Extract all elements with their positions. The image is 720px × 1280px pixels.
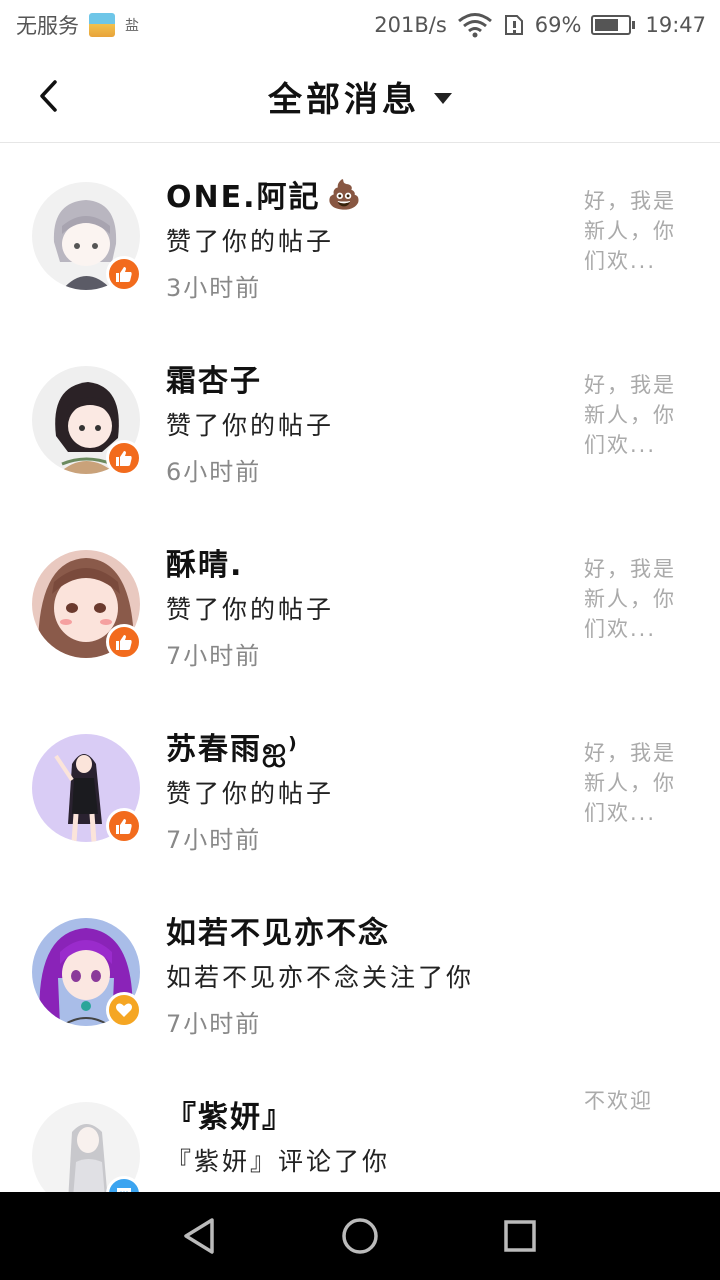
thumbs-up-icon <box>116 267 132 282</box>
comment-icon <box>117 1188 131 1192</box>
status-right: 201B/s 69% 19:47 <box>374 12 706 38</box>
sender-name[interactable]: 苏春雨ஐ⁾ <box>166 724 299 771</box>
battery-percent: 69% <box>534 13 582 37</box>
post-preview[interactable]: 好，我是新人，你们欢... <box>584 554 688 644</box>
message-action: 赞了你的帖子 <box>166 227 335 256</box>
message-action: 赞了你的帖子 <box>166 779 335 808</box>
message-time: 7小时前 <box>166 642 262 670</box>
sender-name-text: ONE.阿記 <box>166 180 321 215</box>
sender-name-text: 『紫妍』 <box>166 1100 294 1135</box>
like-badge <box>106 624 142 660</box>
like-badge <box>106 440 142 476</box>
nav-home-button[interactable] <box>330 1206 390 1266</box>
circle-home-icon <box>342 1218 378 1254</box>
message-item[interactable]: 霜杏子 赞了你的帖子 6小时前 好，我是新人，你们欢... <box>0 328 720 512</box>
sender-name[interactable]: 如若不见亦不念 <box>166 908 390 952</box>
like-badge <box>106 256 142 292</box>
message-action: 如若不见亦不念关注了你 <box>166 963 475 992</box>
carrier-label: 无服务 <box>16 14 79 38</box>
message-list[interactable]: ONE.阿記 💩 赞了你的帖子 3小时前 好，我是新人，你们欢... 霜杏子 赞… <box>0 144 720 1192</box>
message-action: 赞了你的帖子 <box>166 411 335 440</box>
wifi-icon <box>457 13 492 38</box>
page-title: 全部消息 <box>268 80 420 120</box>
message-time: 6小时前 <box>166 458 262 486</box>
message-item[interactable]: ONE.阿記 💩 赞了你的帖子 3小时前 好，我是新人，你们欢... <box>0 144 720 328</box>
heart-badge <box>106 992 142 1028</box>
network-speed: 201B/s <box>374 13 447 37</box>
app-header: 全部消息 <box>0 50 720 143</box>
heart-icon <box>116 1003 132 1017</box>
system-nav-bar <box>0 1192 720 1280</box>
sender-name-text: 酥晴. <box>166 548 244 583</box>
thumbs-up-icon <box>116 819 132 834</box>
nav-recent-button[interactable] <box>490 1206 550 1266</box>
message-time: 7小时前 <box>166 1010 262 1038</box>
sender-name[interactable]: 霜杏子 <box>166 356 262 400</box>
post-preview[interactable]: 好，我是新人，你们欢... <box>584 738 688 828</box>
avatar[interactable] <box>32 182 142 292</box>
poop-emoji-icon: 💩 <box>326 177 364 211</box>
nav-back-button[interactable] <box>170 1206 230 1266</box>
avatar[interactable] <box>32 734 142 844</box>
avatar[interactable] <box>32 918 142 1028</box>
sim-alert-icon <box>504 15 523 35</box>
avatar[interactable] <box>32 1102 142 1192</box>
avatar[interactable] <box>32 550 142 660</box>
title-dropdown[interactable]: 全部消息 <box>0 50 720 143</box>
thumbs-up-icon <box>116 451 132 466</box>
message-item[interactable]: 苏春雨ஐ⁾ 赞了你的帖子 7小时前 好，我是新人，你们欢... <box>0 696 720 880</box>
notification-image-icon <box>89 13 115 37</box>
status-left: 无服务 盐 <box>16 10 139 40</box>
caret-down-icon <box>434 93 452 104</box>
message-item[interactable]: 酥晴. 赞了你的帖子 7小时前 好，我是新人，你们欢... <box>0 512 720 696</box>
post-preview[interactable]: 好，我是新人，你们欢... <box>584 370 688 460</box>
avatar[interactable] <box>32 366 142 476</box>
post-preview[interactable]: 好，我是新人，你们欢... <box>584 186 688 276</box>
sender-name[interactable]: ONE.阿記 💩 <box>166 172 363 216</box>
square-recent-icon <box>504 1220 536 1252</box>
message-time: 7小时前 <box>166 826 262 854</box>
status-bar: 无服务 盐 201B/s 69% 19:47 <box>0 0 720 50</box>
battery-fill <box>595 19 618 31</box>
message-time: 3小时前 <box>166 274 262 302</box>
sender-name-text: 如若不见亦不念 <box>166 916 390 951</box>
sender-name-text: 霜杏子 <box>166 364 262 399</box>
comment-preview[interactable]: 不欢迎 <box>584 1086 688 1116</box>
triangle-back-icon <box>184 1218 214 1254</box>
message-item[interactable]: 如若不见亦不念 如若不见亦不念关注了你 7小时前 <box>0 880 720 1064</box>
sender-name[interactable]: 『紫妍』 <box>166 1092 294 1136</box>
sender-name-text: 苏春雨ஐ⁾ <box>166 732 299 767</box>
message-item[interactable]: 『紫妍』 『紫妍』评论了你 不欢迎 <box>0 1064 720 1192</box>
notification-small-icon: 盐 <box>125 18 139 34</box>
clock: 19:47 <box>645 13 706 37</box>
like-badge <box>106 808 142 844</box>
sender-name[interactable]: 酥晴. <box>166 540 243 584</box>
message-action: 赞了你的帖子 <box>166 595 335 624</box>
message-action: 『紫妍』评论了你 <box>166 1147 391 1176</box>
thumbs-up-icon <box>116 635 132 650</box>
battery-icon <box>591 15 636 35</box>
